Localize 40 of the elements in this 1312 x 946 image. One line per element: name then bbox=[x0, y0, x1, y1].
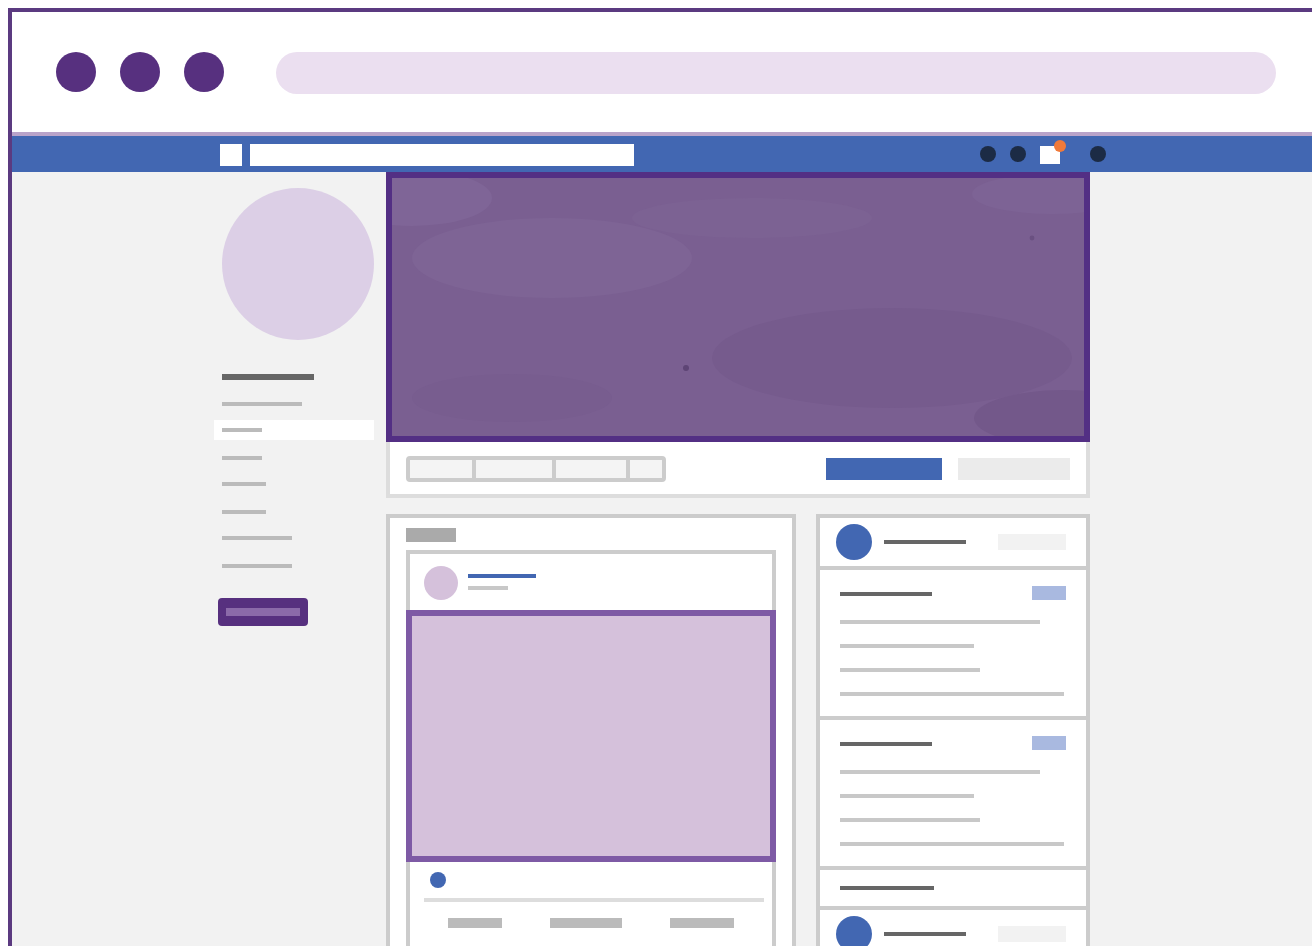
tag-chip bbox=[1032, 586, 1066, 600]
nav-icon[interactable] bbox=[1090, 146, 1106, 162]
tab[interactable] bbox=[410, 459, 476, 477]
avatar-icon bbox=[836, 916, 872, 946]
placeholder-line bbox=[884, 932, 966, 936]
placeholder-line bbox=[840, 886, 934, 890]
placeholder-line bbox=[468, 574, 536, 578]
placeholder-line bbox=[222, 401, 302, 405]
placeholder-line bbox=[840, 794, 974, 798]
placeholder-line bbox=[840, 591, 932, 595]
placeholder-line bbox=[222, 509, 266, 513]
action-button[interactable] bbox=[826, 457, 942, 479]
placeholder-line bbox=[222, 536, 292, 540]
avatar-icon bbox=[424, 565, 458, 599]
placeholder-line bbox=[468, 586, 508, 590]
tab[interactable] bbox=[476, 459, 556, 477]
window-dot[interactable] bbox=[184, 52, 224, 92]
placeholder-line bbox=[222, 482, 266, 486]
reaction-icon bbox=[430, 872, 446, 888]
logo-icon[interactable] bbox=[220, 143, 242, 165]
window-dot[interactable] bbox=[56, 52, 96, 92]
placeholder-line bbox=[840, 668, 980, 672]
placeholder-line bbox=[222, 563, 292, 567]
address-bar[interactable] bbox=[276, 51, 1276, 93]
notification-icon[interactable] bbox=[1040, 145, 1060, 163]
placeholder-heading bbox=[406, 528, 456, 542]
placeholder-line bbox=[840, 741, 932, 745]
placeholder-line bbox=[840, 818, 980, 822]
placeholder-line bbox=[222, 455, 262, 459]
profile-button[interactable] bbox=[218, 598, 308, 626]
placeholder-line bbox=[884, 540, 966, 544]
placeholder-line bbox=[840, 644, 974, 648]
avatar-icon bbox=[836, 524, 872, 560]
window-dot[interactable] bbox=[120, 52, 160, 92]
placeholder-line bbox=[222, 428, 262, 432]
tab[interactable] bbox=[556, 459, 630, 477]
tag-chip bbox=[1032, 736, 1066, 750]
search-field[interactable] bbox=[250, 143, 634, 165]
tab[interactable] bbox=[630, 459, 662, 477]
placeholder-line bbox=[222, 373, 314, 379]
